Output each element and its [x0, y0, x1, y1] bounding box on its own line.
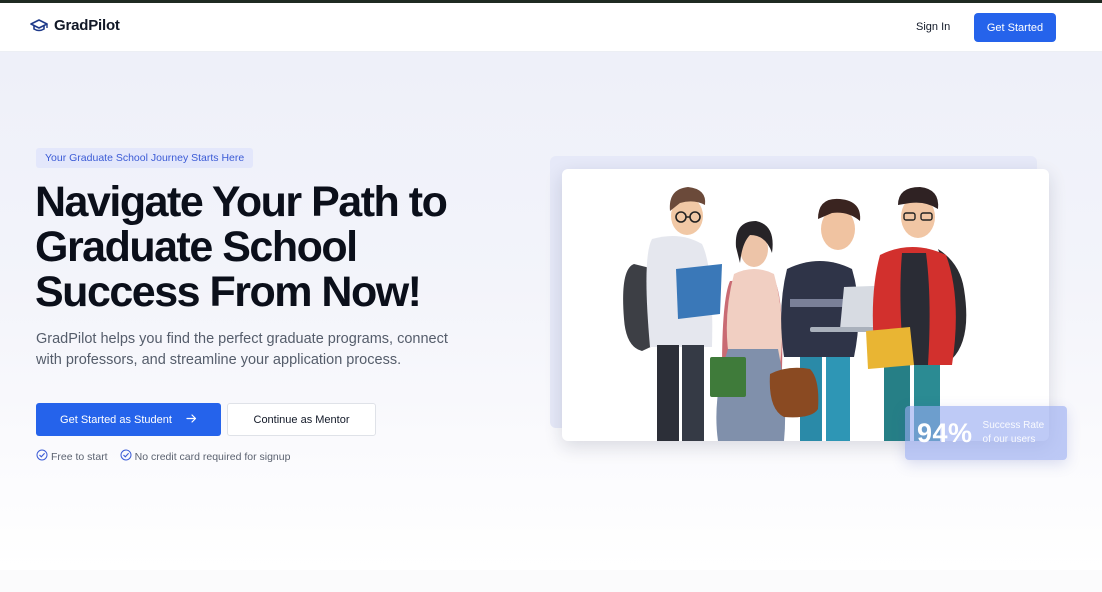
student-with-yellow-folder-illustration	[866, 187, 967, 441]
check-label: Free to start	[51, 450, 108, 463]
get-started-button[interactable]: Get Started	[974, 13, 1056, 42]
check-circle-icon	[36, 449, 48, 464]
headline-line-2: Graduate School	[35, 223, 358, 271]
check-label: No credit card required for signup	[134, 450, 291, 463]
continue-as-mentor-button[interactable]: Continue as Mentor	[227, 403, 376, 436]
get-started-student-button[interactable]: Get Started as Student	[36, 403, 221, 436]
success-rate-value: 94%	[917, 417, 973, 448]
student-with-book-illustration	[710, 221, 786, 441]
hero-badge: Your Graduate School Journey Starts Here	[36, 148, 254, 168]
check-circle-icon	[120, 449, 132, 464]
students-illustration	[623, 187, 967, 441]
arrow-right-icon	[186, 413, 197, 426]
student-with-folder-illustration	[623, 187, 722, 441]
headline-line-3: Success From Now!	[35, 268, 422, 316]
get-started-student-label: Get Started as Student	[60, 413, 172, 426]
success-rate-label: Success Rate of our users	[983, 419, 1045, 447]
hero-description: GradPilot helps you find the perfect gra…	[36, 331, 448, 368]
page-bottom-strip	[0, 570, 1102, 592]
check-item: Free to start	[36, 449, 108, 464]
hero-image-card	[562, 169, 1049, 441]
hero-headline: Navigate Your Path to Graduate School Su…	[35, 180, 505, 315]
navbar: GradPilot Sign In Get Started	[0, 3, 1102, 52]
success-rate-stat: 94% Success Rate of our users	[905, 406, 1067, 460]
brand-name: GradPilot	[54, 17, 120, 34]
success-rate-label-line-2: of our users	[982, 434, 1036, 445]
logo[interactable]: GradPilot	[30, 17, 120, 34]
hero-checks: Free to start No credit card required fo…	[36, 449, 290, 464]
headline-line-1: Navigate Your Path to	[35, 178, 448, 226]
check-item: No credit card required for signup	[120, 449, 291, 464]
graduation-cap-icon	[30, 18, 48, 33]
success-rate-label-line-1: Success Rate	[982, 420, 1045, 431]
sign-in-link[interactable]: Sign In	[916, 21, 950, 33]
